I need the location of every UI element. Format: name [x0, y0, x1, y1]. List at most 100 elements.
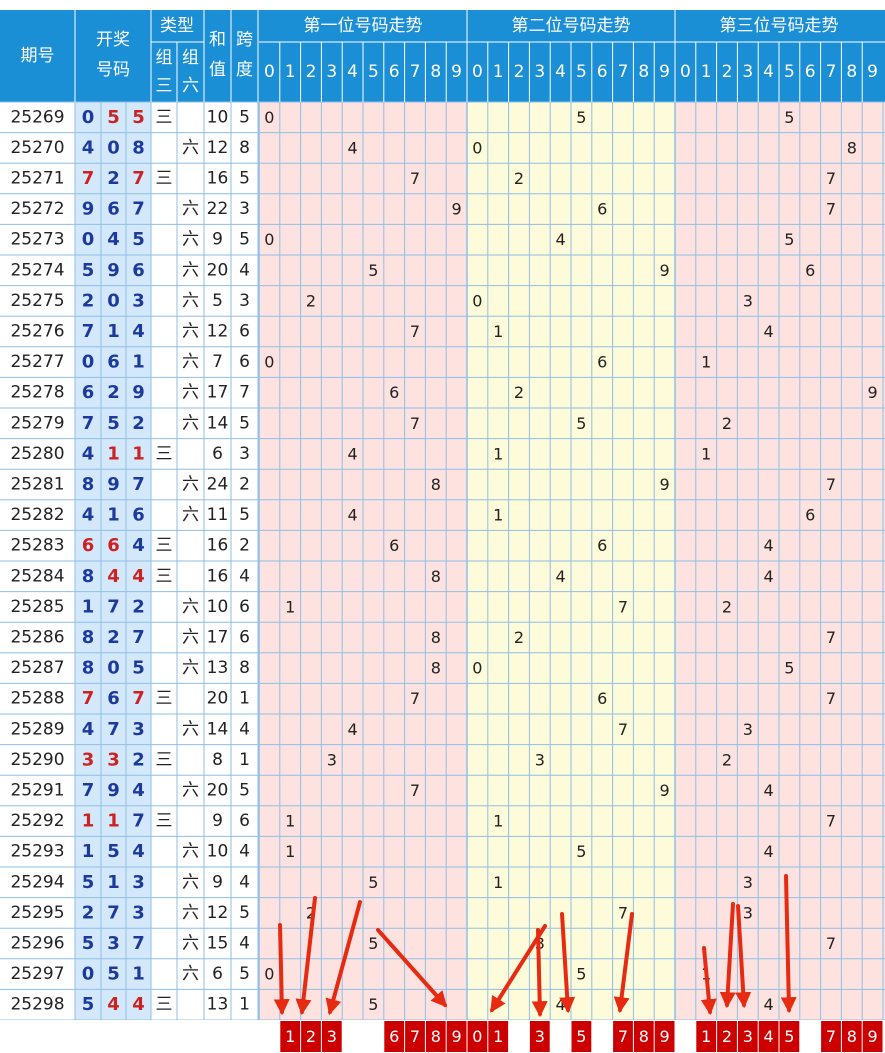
header-issue: 期号 — [21, 46, 55, 66]
sum-cell: 7 — [212, 352, 223, 372]
header-draw-number: 号码 — [96, 60, 130, 80]
sum-cell: 10 — [207, 107, 229, 127]
trend-number: 2 — [722, 597, 732, 616]
draw-digit: 5 — [82, 994, 95, 1015]
issue-cell: 25285 — [10, 597, 64, 617]
draw-digit: 1 — [107, 505, 120, 526]
type-group3-mark: 三 — [156, 750, 173, 770]
span-cell: 4 — [239, 719, 250, 739]
header-sum: 和 — [209, 30, 226, 50]
trend-number: 4 — [556, 567, 566, 586]
trend-number: 0 — [472, 138, 482, 157]
sum-cell: 14 — [207, 413, 229, 433]
span-cell: 2 — [239, 475, 250, 495]
span-cell: 6 — [239, 322, 250, 342]
draw-digit: 4 — [82, 719, 95, 740]
draw-digit: 5 — [82, 260, 95, 281]
header-digit: 1 — [493, 62, 504, 82]
trend-number: 4 — [348, 720, 358, 739]
header-digit: 6 — [597, 62, 608, 82]
selected-digit: 6 — [389, 1027, 399, 1046]
issue-cell: 25270 — [10, 138, 64, 158]
type-group6-mark: 六 — [182, 597, 199, 617]
selected-digit: 7 — [410, 1027, 420, 1046]
trend-number: 4 — [764, 842, 774, 861]
type-group6-mark: 六 — [182, 230, 199, 250]
span-cell: 6 — [239, 811, 250, 831]
span-cell: 5 — [239, 964, 250, 984]
trend-number: 1 — [493, 812, 503, 831]
trend-number: 5 — [784, 659, 794, 678]
type-group6-mark: 六 — [182, 322, 199, 342]
trend-number: 1 — [493, 873, 503, 892]
header-digit: 0 — [472, 62, 483, 82]
trend-number: 2 — [722, 750, 732, 769]
header-digit: 3 — [534, 62, 545, 82]
draw-digit: 2 — [107, 627, 120, 648]
trend-number: 7 — [618, 720, 628, 739]
trend-number: 7 — [826, 689, 836, 708]
draw-digit: 5 — [82, 872, 95, 893]
draw-digit: 4 — [82, 137, 95, 158]
draw-digit: 1 — [132, 443, 145, 464]
selected-digit: 1 — [493, 1027, 503, 1046]
trend-number: 6 — [389, 383, 399, 402]
draw-digit: 6 — [107, 352, 120, 373]
header-type: 类型 — [160, 16, 194, 36]
trend-number: 4 — [556, 995, 566, 1014]
span-cell: 5 — [239, 413, 250, 433]
trend-number: 7 — [826, 812, 836, 831]
trend-number: 0 — [264, 230, 274, 249]
type-group6-mark: 六 — [182, 138, 199, 158]
issue-cell: 25294 — [10, 872, 64, 892]
draw-digit: 4 — [132, 994, 145, 1015]
draw-digit: 7 — [132, 688, 145, 709]
selected-digit: 3 — [535, 1027, 545, 1046]
trend-number: 1 — [701, 444, 711, 463]
selected-digit: 8 — [847, 1027, 857, 1046]
sum-cell: 20 — [207, 689, 229, 709]
sum-cell: 8 — [212, 750, 223, 770]
draw-digit: 9 — [132, 382, 145, 403]
selected-digit: 1 — [701, 1027, 711, 1046]
draw-digit: 6 — [107, 688, 120, 709]
issue-cell: 25293 — [10, 842, 64, 862]
draw-digit: 9 — [107, 260, 120, 281]
span-cell: 1 — [239, 750, 250, 770]
draw-digit: 3 — [132, 902, 145, 923]
span-cell: 4 — [239, 934, 250, 954]
trend-number: 5 — [784, 230, 794, 249]
header-digit: 5 — [576, 62, 587, 82]
span-cell: 5 — [239, 903, 250, 923]
sum-cell: 20 — [207, 781, 229, 801]
draw-digit: 5 — [107, 413, 120, 434]
draw-digit: 7 — [82, 688, 95, 709]
trend-number: 5 — [576, 842, 586, 861]
header-digit: 7 — [618, 62, 629, 82]
trend-number: 9 — [452, 200, 462, 219]
trend-number: 7 — [410, 781, 420, 800]
draw-digit: 7 — [107, 902, 120, 923]
draw-digit: 2 — [132, 413, 145, 434]
draw-digit: 7 — [132, 474, 145, 495]
span-cell: 3 — [239, 444, 250, 464]
draw-digit: 4 — [132, 566, 145, 587]
trend-number: 2 — [514, 383, 524, 402]
trend-number: 1 — [493, 444, 503, 463]
issue-cell: 25269 — [10, 107, 64, 127]
trend-number: 6 — [597, 689, 607, 708]
trend-number: 0 — [472, 291, 482, 310]
trend-number: 7 — [410, 169, 420, 188]
type-group6-mark: 六 — [182, 199, 199, 219]
draw-digit: 1 — [132, 964, 145, 985]
draw-digit: 1 — [82, 811, 95, 832]
draw-digit: 4 — [107, 566, 120, 587]
span-cell: 4 — [239, 260, 250, 280]
selected-digit: 1 — [285, 1027, 295, 1046]
trend-number: 2 — [722, 414, 732, 433]
selected-digit: 5 — [784, 1027, 794, 1046]
issue-cell: 25296 — [10, 934, 64, 954]
selected-digit: 7 — [826, 1027, 836, 1046]
issue-cell: 25279 — [10, 413, 64, 433]
trend-number: 3 — [743, 873, 753, 892]
